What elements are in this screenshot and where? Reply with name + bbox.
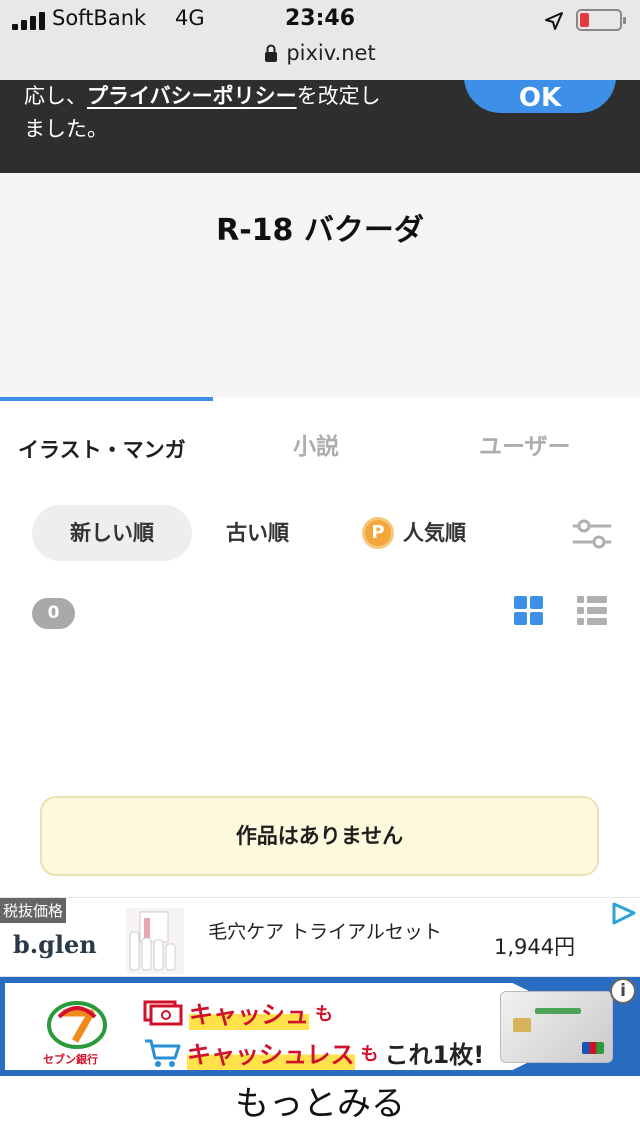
active-tab-indicator — [0, 397, 213, 401]
ad-brand-logo: b.glen — [13, 930, 97, 959]
ad-headline-2-end: これ1枚! — [384, 1041, 485, 1069]
content-tabs: イラスト・マンガ 小説 ユーザー — [0, 397, 640, 477]
filter-settings-icon[interactable] — [572, 517, 612, 551]
tab-novel[interactable]: 小説 — [293, 427, 339, 461]
location-arrow-icon — [545, 12, 563, 30]
shopping-cart-icon — [145, 1039, 181, 1067]
ad-title: 毛穴ケア トライアルセット — [208, 921, 442, 943]
ad-headline-1-suffix: も — [315, 1003, 333, 1025]
result-count-badge: 0 — [32, 598, 75, 629]
ad-headline-1: キャッシュも — [143, 995, 333, 1030]
tab-user[interactable]: ユーザー — [479, 427, 571, 461]
tax-label: 税抜価格 — [0, 898, 67, 923]
see-more-link[interactable]: もっとみる — [0, 1076, 640, 1136]
cash-icon — [143, 1000, 183, 1025]
privacy-policy-banner: 応し、プライバシーポリシーを改定し ました。 OK — [0, 80, 640, 173]
sort-popular-button[interactable]: P 人気順 — [362, 505, 466, 561]
status-bar: SoftBank 4G 23:46 pixiv.net — [0, 0, 640, 80]
ad-headline-1-main: キャッシュ — [189, 995, 309, 1030]
url-text: pixiv.net — [286, 41, 376, 65]
seven-bank-logo — [47, 1001, 107, 1049]
privacy-policy-link[interactable]: プライバシーポリシー — [87, 84, 297, 108]
credit-card-image — [500, 991, 613, 1063]
no-works-notice: 作品はありません — [40, 796, 599, 876]
bank-name: セブン銀行 — [43, 1053, 98, 1066]
battery-icon — [576, 9, 626, 31]
product-image — [126, 908, 184, 974]
grid-view-icon[interactable] — [514, 596, 544, 626]
tab-illust-manga[interactable]: イラスト・マンガ — [18, 434, 186, 464]
ad-headline-2-mid: も — [360, 1043, 379, 1065]
ok-button[interactable]: OK — [464, 80, 616, 113]
sort-options: 新しい順 古い順 P 人気順 — [0, 505, 640, 561]
sort-oldest-button[interactable]: 古い順 — [226, 505, 289, 561]
info-icon[interactable]: i — [610, 978, 636, 1004]
banner-text: 応し、プライバシーポリシーを改定し ました。 — [24, 80, 444, 146]
banner-text-prefix: 応し、 — [24, 84, 87, 108]
ad-price: 1,944円 — [494, 935, 576, 959]
ad-headline-2: キャッシュレスもこれ1枚! — [143, 1035, 484, 1070]
list-view-icon[interactable] — [577, 596, 607, 626]
ad-choices-icon[interactable] — [606, 900, 639, 928]
ad-banner-bglen[interactable]: 税抜価格 b.glen 毛穴ケア トライアルセット 1,944円 — [0, 897, 640, 977]
address-bar[interactable]: pixiv.net — [0, 41, 640, 65]
tag-title: R-18 バクーダ — [216, 213, 424, 248]
sort-newest-button[interactable]: 新しい順 — [32, 505, 192, 561]
ad-banner-seven-bank[interactable]: セブン銀行 キャッシュも キャッシュレスもこれ1枚! — [0, 977, 640, 1076]
lock-icon — [265, 44, 278, 62]
banner-text-line2: ました。 — [24, 117, 108, 141]
banner-text-mid: を改定し — [296, 84, 381, 108]
premium-icon: P — [362, 517, 394, 549]
ad-headline-2-main: キャッシュレス — [187, 1035, 355, 1070]
sort-popular-label: 人気順 — [403, 521, 466, 545]
tag-header: R-18 バクーダ — [0, 173, 640, 397]
